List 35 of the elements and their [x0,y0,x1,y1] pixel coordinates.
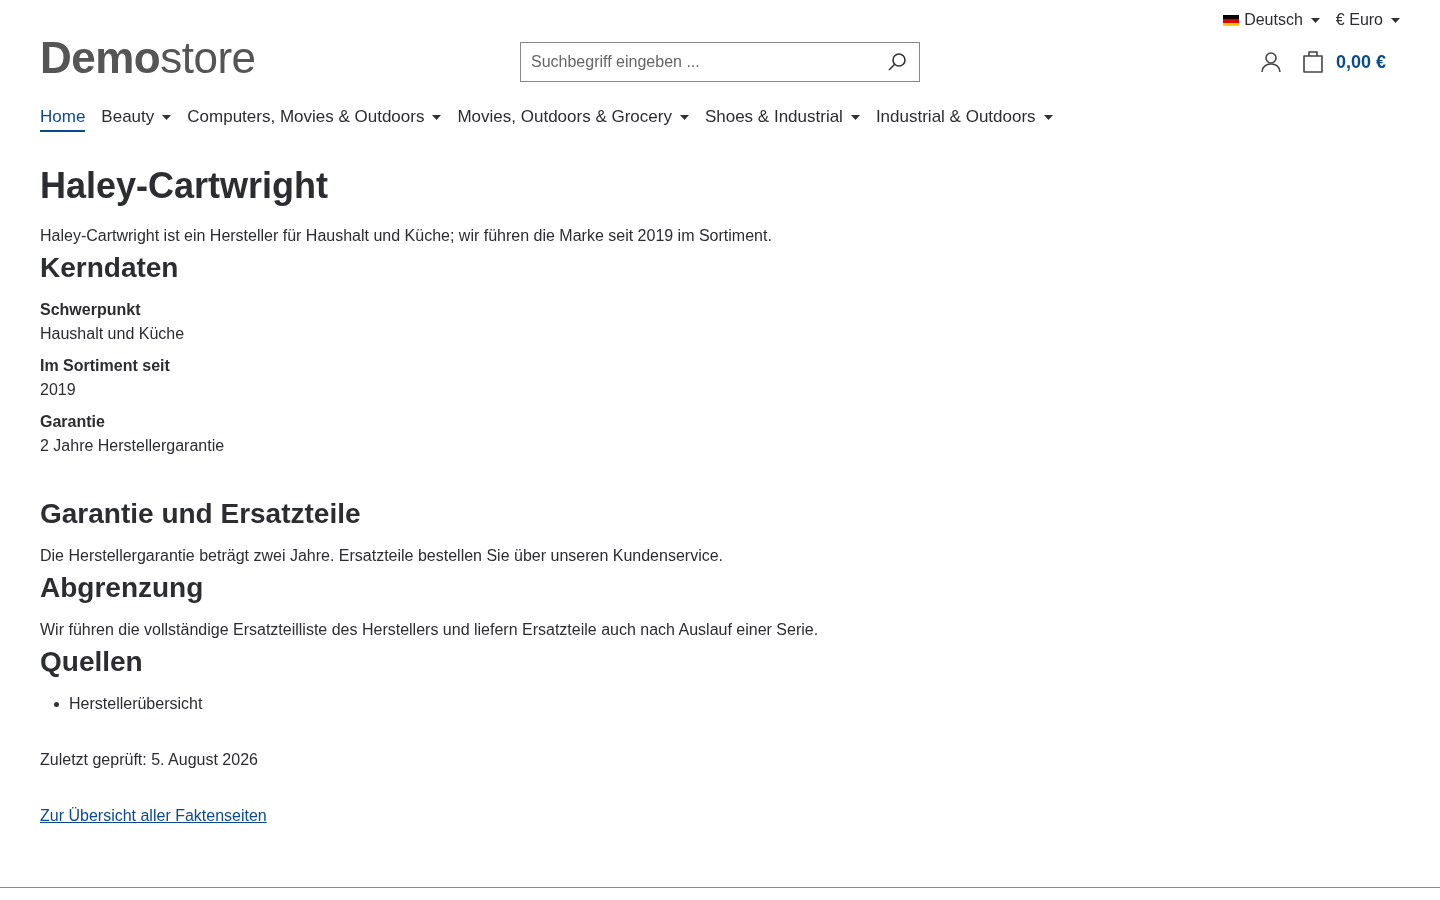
section-heading: Kerndaten [40,252,180,284]
overview-link[interactable]: Zur Übersicht aller Faktenseiten [40,807,267,824]
nav-link[interactable]: Shoes & Industrial [704,107,860,132]
caret-icon [1391,17,1400,23]
section-heading: Quellen [40,646,144,678]
currency-dropdown[interactable]: € Euro [1335,11,1400,29]
fact-value: Haushalt und Küche [40,324,186,344]
fact-value: 2 Jahre Herstellergarantie [40,436,226,456]
language-dropdown[interactable]: Deutsch [1223,11,1320,29]
list-item: Herstellerübersicht [69,694,203,714]
section-heading: Abgrenzung [40,572,205,604]
flag-icon [1223,14,1240,26]
paragraph: Die Herstellergarantie beträgt zwei Jahre. Ersatzteile bestellen Sie über unseren Kundenservice. [40,546,725,566]
fact-label: Im Sortiment seit [40,356,171,376]
cart-button[interactable]: 0,00 € [1301,50,1386,74]
search-icon[interactable] [887,52,907,72]
review-date: Zuletzt geprüft: 5. August 2026 [40,750,259,770]
account-icon[interactable] [1259,51,1282,73]
fact-label: Schwerpunkt [40,300,142,320]
nav-link[interactable]: Industrial & Outdoors [875,107,1053,132]
nav-link[interactable]: Computers, Movies & Outdoors [187,107,442,132]
fact-label: Garantie [40,412,106,432]
nav-link[interactable]: Home [40,107,86,132]
paragraph: Wir führen die vollständige Ersatzteilliste des Herstellers und liefern Ersatzteile auch nach Auslauf einer Serie. [40,620,820,640]
paragraph: Haley-Cartwright ist ein Hersteller für Haushalt und Küche; wir führen die Marke seit 2019 im Sortiment. [40,226,773,246]
nav-link[interactable]: Beauty [101,107,172,132]
fact-value: 2019 [40,380,77,400]
caret-icon [1310,17,1320,23]
nav-link[interactable]: Movies, Outdoors & Grocery [457,107,689,132]
search-field[interactable]: Suchbegriff eingeben ... [520,42,920,82]
bag-icon [1301,50,1324,74]
section-heading: Garantie und Ersatzteile [40,498,362,530]
bullet-icon [54,701,59,707]
store-logo[interactable]: Demostore [40,33,256,82]
page-title: Haley-Cartwright [40,166,330,206]
